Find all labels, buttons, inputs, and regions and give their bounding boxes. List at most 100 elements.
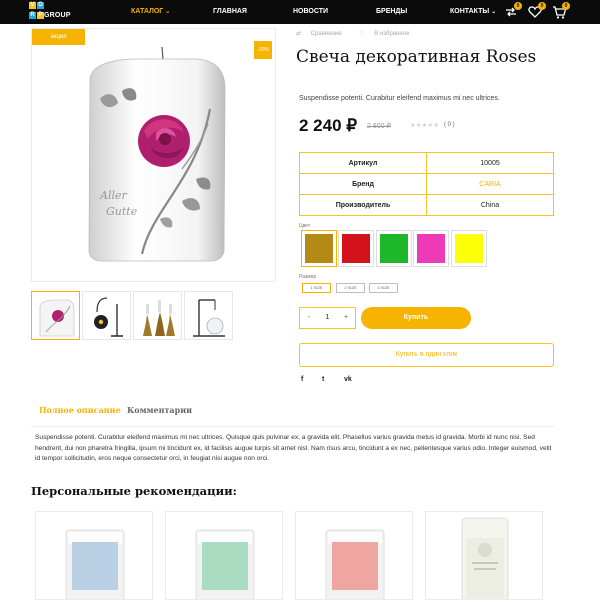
color-swatch-fill	[342, 234, 370, 263]
spec-key: Артикул	[299, 152, 427, 174]
recommendation-card[interactable]	[165, 511, 283, 600]
nav-news[interactable]: НОВОСТИ	[293, 0, 328, 24]
logo-word: GROUP	[44, 12, 71, 19]
old-price: 2 800 ₽	[367, 123, 391, 130]
twitter-share-icon[interactable]: t	[322, 376, 324, 383]
nav-contacts[interactable]: КОНТАКТЫ ⌄	[450, 0, 496, 24]
buy-one-click-button[interactable]: Купить в один клик	[299, 343, 554, 367]
recommendation-product-image	[65, 529, 125, 599]
spec-key: Производитель	[299, 194, 427, 216]
color-swatch[interactable]	[413, 230, 449, 267]
nav-news-label: НОВОСТИ	[293, 8, 329, 15]
candle-thumb-image	[39, 299, 75, 337]
top-navigation-bar: V G R P GROUP КАТАЛОГ ⌄ ГЛАВНАЯ НОВОСТИ Б…	[0, 0, 600, 24]
candle-image: Aller Gutte	[88, 46, 226, 262]
recommendations-title: Персональные рекомендации:	[31, 484, 237, 498]
sale-tag: акция	[32, 29, 85, 45]
size-option[interactable]: 3 SIZE	[369, 283, 398, 293]
color-swatch[interactable]	[301, 230, 337, 267]
color-swatch-fill	[305, 234, 333, 263]
short-description: Suspendisse potenti. Curabitur eleifend …	[299, 95, 500, 102]
discount-tag: -20%	[254, 41, 272, 59]
thumbnail-candlesticks[interactable]	[133, 291, 182, 340]
nav-brands-label: БРЕНДЫ	[376, 8, 408, 15]
color-label: Цвет	[299, 223, 311, 229]
spec-row: Бренд CARIA	[299, 173, 554, 195]
recommendation-product-image	[325, 529, 385, 599]
site-logo[interactable]: V G R P GROUP	[29, 0, 71, 24]
spec-value: China	[426, 194, 554, 216]
rating-stars[interactable]: ★★★★★	[410, 122, 439, 129]
thumbnail-lamp[interactable]	[82, 291, 131, 340]
spec-value: 10005	[426, 152, 554, 174]
reviews-count[interactable]: ( 0 )	[444, 122, 455, 128]
chevron-down-icon: ⌄	[491, 9, 497, 15]
chevron-down-icon: ⌄	[165, 9, 171, 15]
cart-count-badge: 0	[562, 2, 570, 10]
size-option[interactable]: 2 SIZE	[336, 283, 365, 293]
candlesticks-thumb-image	[143, 300, 175, 336]
add-to-compare-link[interactable]: ⇄ Сравнение	[296, 31, 350, 37]
thumbnail-strip	[31, 291, 233, 341]
tab-full-description[interactable]: Полное описание	[39, 405, 121, 415]
recommendation-card[interactable]	[35, 511, 153, 600]
spec-key: Бренд	[299, 173, 427, 195]
quantity-stepper: - 1 +	[299, 307, 356, 329]
nav-contacts-label: КОНТАКТЫ	[450, 8, 490, 15]
thumbnail-candle[interactable]	[31, 291, 80, 340]
nav-catalog-label: КАТАЛОГ	[131, 8, 164, 15]
size-option[interactable]: 1 SIZE	[302, 283, 331, 293]
quantity-increase-button[interactable]: +	[339, 308, 353, 328]
color-swatch-fill	[380, 234, 408, 263]
lamp-thumb-image	[94, 297, 123, 337]
logo-tile: P	[37, 12, 44, 19]
logo-tile: R	[29, 12, 36, 19]
color-swatch[interactable]	[451, 230, 487, 267]
tabs-divider	[31, 426, 554, 427]
compare-count-badge: 0	[514, 2, 522, 10]
quantity-decrease-button[interactable]: -	[302, 308, 316, 328]
nav-brands[interactable]: БРЕНДЫ	[376, 0, 407, 24]
full-description-text: Suspendisse potenti. Curabitur eleifend …	[35, 434, 552, 462]
buy-button[interactable]: Купить	[361, 307, 471, 329]
product-actions-row: ⇄ Сравнение ♡ В избранное	[296, 30, 425, 37]
recommendation-card[interactable]	[295, 511, 413, 600]
color-swatch-fill	[455, 234, 483, 263]
favorite-label: В избранное	[374, 31, 410, 37]
product-title: Свеча декоративная Roses	[296, 47, 537, 67]
brand-link[interactable]: CARIA	[426, 173, 554, 195]
current-price: 2 240 ₽	[299, 116, 358, 135]
add-to-favorites-link[interactable]: ♡ В избранное	[359, 31, 417, 37]
tab-comments[interactable]: Комментарии	[127, 405, 192, 415]
compare-icon[interactable]: 0	[503, 2, 522, 20]
nav-catalog[interactable]: КАТАЛОГ ⌄	[131, 0, 170, 24]
product-main-image[interactable]: акция -20% Aller Gutte	[31, 28, 276, 282]
aroma-lamp-thumb-image	[193, 299, 225, 337]
heart-small-icon: ♡	[359, 31, 365, 37]
logo-tile: V	[29, 2, 36, 9]
color-swatch[interactable]	[338, 230, 374, 267]
logo-tile: G	[37, 2, 44, 9]
spec-row: Артикул 10005	[299, 152, 554, 174]
svg-text:Aller: Aller	[99, 189, 127, 202]
color-swatch-fill	[417, 234, 445, 263]
size-label: Размер	[299, 274, 317, 280]
cart-icon[interactable]: 0	[551, 2, 570, 20]
recommendation-product-image	[195, 529, 255, 599]
favorites-icon[interactable]: 0	[527, 2, 546, 20]
specs-table: Артикул 10005 Бренд CARIA Производитель …	[299, 152, 554, 216]
nav-home-label: ГЛАВНАЯ	[213, 8, 247, 15]
spec-row: Производитель China	[299, 194, 554, 216]
svg-text:Gutte: Gutte	[106, 205, 138, 218]
recommendation-product-image	[461, 517, 509, 599]
nav-home[interactable]: ГЛАВНАЯ	[213, 0, 247, 24]
vk-share-icon[interactable]: vk	[344, 376, 352, 383]
recommendation-card[interactable]	[425, 511, 543, 600]
compare-small-icon: ⇄	[296, 31, 302, 37]
color-swatch[interactable]	[376, 230, 412, 267]
compare-label: Сравнение	[310, 31, 342, 37]
favorites-count-badge: 0	[538, 2, 546, 10]
quantity-input[interactable]: 1	[320, 308, 335, 328]
thumbnail-aroma-lamp[interactable]	[184, 291, 233, 340]
facebook-share-icon[interactable]: f	[301, 376, 303, 383]
